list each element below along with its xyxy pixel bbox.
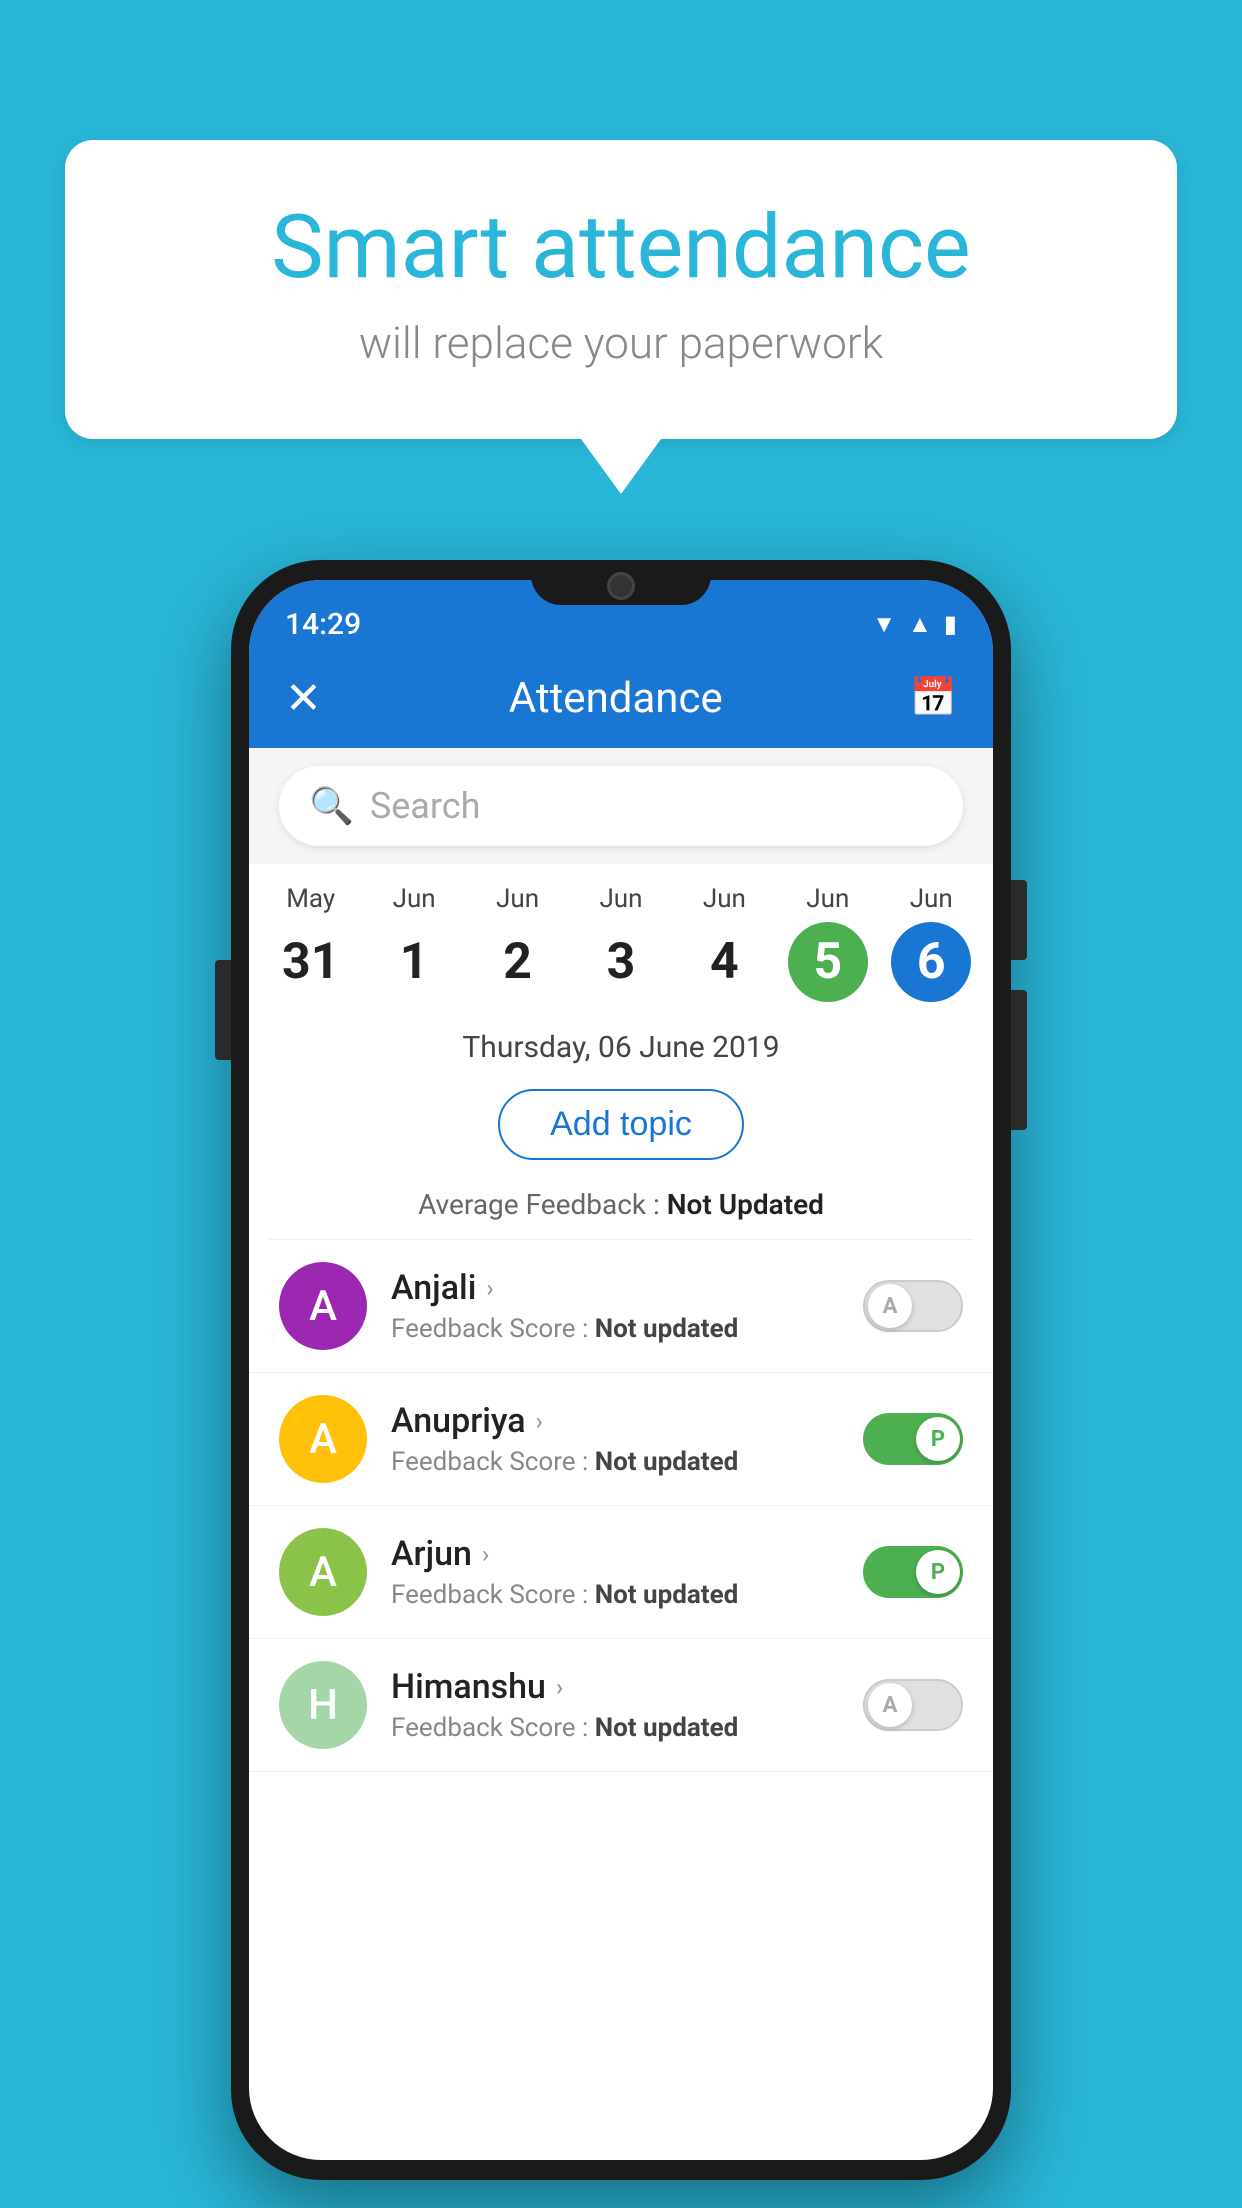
avatar: A <box>279 1528 367 1616</box>
battery-icon: ▮ <box>944 610 957 638</box>
student-info: Anupriya › Feedback Score : Not updated <box>391 1401 839 1477</box>
attendance-toggle[interactable]: P <box>863 1413 963 1465</box>
app-title: Attendance <box>509 674 723 723</box>
student-name-text: Anjali <box>391 1268 476 1308</box>
avatar: H <box>279 1661 367 1749</box>
add-topic-container: Add topic <box>249 1079 993 1178</box>
toggle-knob: P <box>916 1417 960 1461</box>
attendance-toggle[interactable]: A <box>863 1280 963 1332</box>
chevron-right-icon: › <box>536 1407 543 1435</box>
cal-month-label: May <box>286 884 335 914</box>
chevron-right-icon: › <box>556 1673 563 1701</box>
student-info: Anjali › Feedback Score : Not updated <box>391 1268 839 1344</box>
calendar-strip: May 31 Jun 1 Jun 2 Jun 3 Jun 4 Jun 5 Jun 6 <box>249 864 993 1012</box>
speech-bubble-section: Smart attendance will replace your paper… <box>65 140 1177 494</box>
cal-date-number[interactable]: 3 <box>581 922 661 1002</box>
chevron-right-icon: › <box>482 1540 489 1568</box>
student-name-text: Himanshu <box>391 1667 546 1707</box>
cal-date-number[interactable]: 1 <box>374 922 454 1002</box>
avg-feedback-label: Average Feedback : <box>418 1188 660 1221</box>
wifi-icon: ▼ <box>872 610 896 639</box>
side-button-right-bottom <box>1011 990 1027 1130</box>
add-topic-button[interactable]: Add topic <box>498 1089 744 1160</box>
student-feedback: Feedback Score : Not updated <box>391 1447 839 1477</box>
signal-icon: ▲ <box>908 610 932 639</box>
search-section: 🔍 Search <box>249 748 993 864</box>
student-info: Arjun › Feedback Score : Not updated <box>391 1534 839 1610</box>
search-placeholder: Search <box>370 785 481 827</box>
student-name: Arjun › <box>391 1534 839 1574</box>
cal-date-number[interactable]: 5 <box>788 922 868 1002</box>
calendar-day[interactable]: Jun 5 <box>783 884 873 1002</box>
selected-date: Thursday, 06 June 2019 <box>249 1012 993 1079</box>
student-name-text: Anupriya <box>391 1401 526 1441</box>
student-info: Himanshu › Feedback Score : Not updated <box>391 1667 839 1743</box>
status-icons: ▼ ▲ ▮ <box>872 610 957 639</box>
avatar: A <box>279 1262 367 1350</box>
cal-date-number[interactable]: 31 <box>271 922 351 1002</box>
search-icon: 🔍 <box>309 785 354 827</box>
student-name-text: Arjun <box>391 1534 472 1574</box>
status-time: 14:29 <box>285 607 361 642</box>
student-feedback: Feedback Score : Not updated <box>391 1580 839 1610</box>
student-item[interactable]: A Arjun › Feedback Score : Not updated P <box>249 1506 993 1639</box>
student-feedback: Feedback Score : Not updated <box>391 1713 839 1743</box>
chevron-right-icon: › <box>486 1274 493 1302</box>
app-header: ✕ Attendance 📅 <box>249 648 993 748</box>
avg-feedback: Average Feedback : Not Updated <box>249 1178 993 1239</box>
toggle-knob: P <box>916 1550 960 1594</box>
student-item[interactable]: A Anjali › Feedback Score : Not updated A <box>249 1240 993 1373</box>
side-button-right-top <box>1011 880 1027 960</box>
student-name: Anupriya › <box>391 1401 839 1441</box>
calendar-day[interactable]: Jun 4 <box>679 884 769 1002</box>
calendar-day[interactable]: Jun 3 <box>576 884 666 1002</box>
student-feedback: Feedback Score : Not updated <box>391 1314 839 1344</box>
student-name: Himanshu › <box>391 1667 839 1707</box>
calendar-day[interactable]: Jun 1 <box>369 884 459 1002</box>
side-button-left <box>215 960 231 1060</box>
phone-notch <box>531 560 711 605</box>
phone-camera <box>607 572 635 600</box>
phone-mockup: 14:29 ▼ ▲ ▮ ✕ Attendance 📅 🔍 Search <box>231 560 1011 2180</box>
cal-month-label: Jun <box>806 884 849 914</box>
avg-feedback-value: Not Updated <box>667 1188 824 1221</box>
avatar: A <box>279 1395 367 1483</box>
calendar-icon[interactable]: 📅 <box>910 676 957 720</box>
close-button[interactable]: ✕ <box>285 672 322 724</box>
toggle-knob: A <box>868 1284 912 1328</box>
cal-date-number[interactable]: 6 <box>891 922 971 1002</box>
student-item[interactable]: A Anupriya › Feedback Score : Not updated P <box>249 1373 993 1506</box>
cal-month-label: Jun <box>496 884 539 914</box>
speech-bubble-subtitle: will replace your paperwork <box>145 317 1097 369</box>
cal-month-label: Jun <box>393 884 436 914</box>
student-item[interactable]: H Himanshu › Feedback Score : Not updated A <box>249 1639 993 1772</box>
phone-frame: 14:29 ▼ ▲ ▮ ✕ Attendance 📅 🔍 Search <box>231 560 1011 2180</box>
speech-bubble-tail <box>581 439 661 494</box>
search-bar[interactable]: 🔍 Search <box>279 766 963 846</box>
student-name: Anjali › <box>391 1268 839 1308</box>
speech-bubble-title: Smart attendance <box>145 200 1097 297</box>
attendance-toggle[interactable]: P <box>863 1546 963 1598</box>
calendar-day[interactable]: May 31 <box>266 884 356 1002</box>
cal-date-number[interactable]: 4 <box>684 922 764 1002</box>
toggle-knob: A <box>868 1683 912 1727</box>
speech-bubble: Smart attendance will replace your paper… <box>65 140 1177 439</box>
cal-month-label: Jun <box>910 884 953 914</box>
cal-date-number[interactable]: 2 <box>478 922 558 1002</box>
calendar-day[interactable]: Jun 6 <box>886 884 976 1002</box>
cal-month-label: Jun <box>703 884 746 914</box>
attendance-toggle[interactable]: A <box>863 1679 963 1731</box>
phone-screen: 14:29 ▼ ▲ ▮ ✕ Attendance 📅 🔍 Search <box>249 580 993 2160</box>
cal-month-label: Jun <box>599 884 642 914</box>
student-list: AAnjali›Feedback Score : Not updatedAAAn… <box>249 1240 993 1772</box>
calendar-day[interactable]: Jun 2 <box>473 884 563 1002</box>
